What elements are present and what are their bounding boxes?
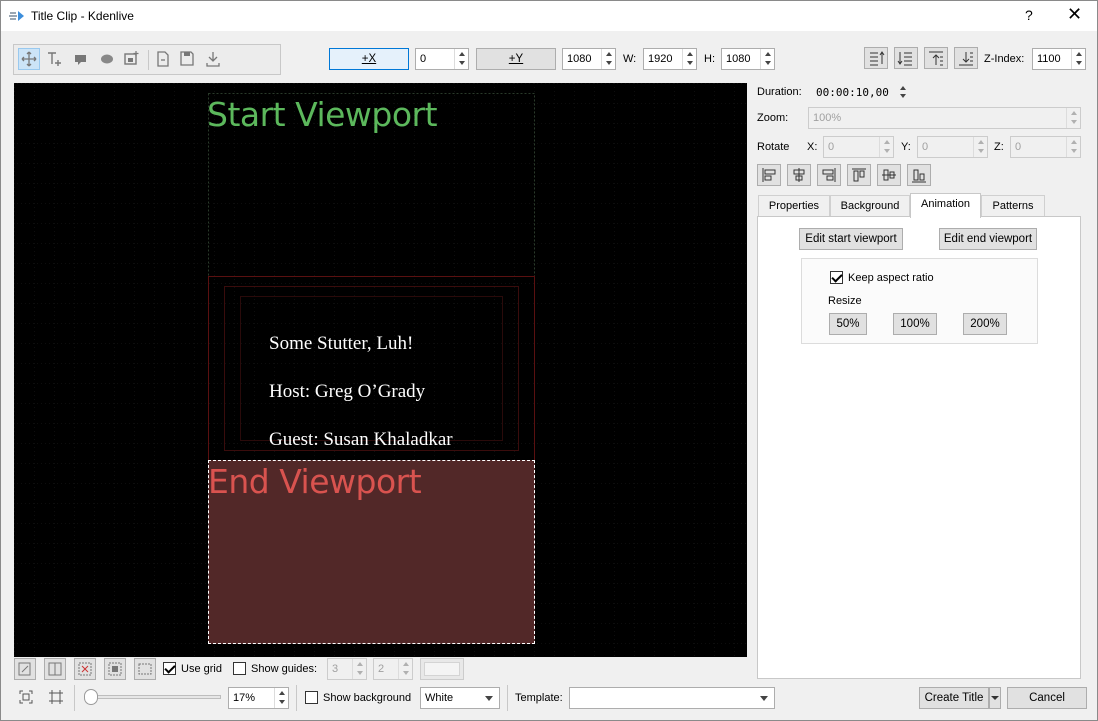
zindex-label: Z-Index: [984, 53, 1025, 65]
background-color-select[interactable]: White [420, 687, 500, 709]
start-viewport-label: Start Viewport [207, 95, 438, 134]
bottom-separator [74, 685, 75, 711]
x-position-spin[interactable]: 0 [415, 48, 469, 70]
guides-h-spin[interactable]: 3 [327, 658, 367, 680]
select-tool-icon[interactable] [18, 48, 40, 70]
resize-200-button[interactable]: 200% [963, 313, 1007, 335]
template-select[interactable] [569, 687, 775, 709]
use-grid-label: Use grid [181, 663, 222, 675]
open-document-icon[interactable] [152, 48, 174, 70]
lower-to-bottom-icon[interactable] [954, 47, 978, 69]
raise-to-top-icon[interactable] [924, 47, 948, 69]
rectangle-tool-icon[interactable] [70, 48, 92, 70]
resize-50-button[interactable]: 50% [829, 313, 867, 335]
title-text-line[interactable]: Some Stutter, Luh! [269, 333, 413, 355]
help-button[interactable]: ? [1025, 7, 1033, 23]
rotate-z-label: Z: [994, 141, 1004, 153]
keep-aspect-checkbox[interactable] [830, 271, 843, 284]
duration-label: Duration: [757, 86, 802, 98]
title-canvas[interactable]: Start Viewport End Viewport Some Stutter… [14, 83, 747, 657]
tab-background[interactable]: Background [830, 195, 910, 217]
raise-icon[interactable] [864, 47, 888, 69]
show-guides-label: Show guides: [251, 663, 318, 675]
height-label: H: [704, 53, 715, 65]
zoom-spin[interactable]: 100% [808, 107, 1081, 129]
add-x-button[interactable]: +X [329, 48, 409, 70]
align-right-icon[interactable] [817, 164, 841, 186]
tab-properties[interactable]: Properties [758, 195, 830, 217]
selection-icon[interactable] [134, 658, 156, 680]
chevron-down-icon [485, 696, 493, 701]
zoom-slider-handle[interactable] [84, 689, 98, 705]
y-position-spin[interactable]: 1080 [562, 48, 616, 70]
zoom-percent-spin[interactable]: 17% [228, 687, 289, 709]
template-label: Template: [515, 692, 563, 704]
edit-icon[interactable] [14, 658, 36, 680]
rotate-x-spin[interactable]: 0 [823, 136, 894, 158]
align-left-icon[interactable] [757, 164, 781, 186]
tab-patterns[interactable]: Patterns [981, 195, 1045, 217]
title-clip-dialog: Title Clip - Kdenlive ? ✕ +X 0 +Y 1080 W… [0, 0, 1098, 721]
rotate-label: Rotate [757, 141, 790, 153]
height-spin[interactable]: 1080 [721, 48, 775, 70]
edit-start-viewport-button[interactable]: Edit start viewport [799, 228, 903, 250]
align-vcenter-icon[interactable] [877, 164, 901, 186]
toolbar-separator [148, 50, 149, 70]
rotate-z-spin[interactable]: 0 [1010, 136, 1081, 158]
select-all-icon[interactable] [104, 658, 126, 680]
title-text-line[interactable]: Guest: Susan Khaladkar [269, 429, 453, 451]
chevron-down-icon [991, 696, 999, 700]
keep-aspect-label: Keep aspect ratio [848, 272, 934, 284]
chevron-down-icon [760, 696, 768, 701]
align-bottom-icon[interactable] [907, 164, 931, 186]
lower-icon[interactable] [894, 47, 918, 69]
rotate-y-spin[interactable]: 0 [917, 136, 988, 158]
resize-group: Keep aspect ratio Resize 50% 100% 200% [801, 258, 1038, 344]
guide-color-swatch[interactable] [420, 658, 464, 680]
tab-animation[interactable]: Animation [910, 193, 981, 218]
rotate-y-label: Y: [901, 141, 911, 153]
title-bar: Title Clip - Kdenlive ? ✕ [1, 1, 1097, 31]
guides-v-spin[interactable]: 2 [373, 658, 413, 680]
duration-spin-arrows[interactable] [897, 83, 909, 101]
animation-panel: Edit start viewport Edit end viewport Ke… [757, 216, 1081, 679]
ellipse-tool-icon[interactable] [96, 48, 118, 70]
kdenlive-app-icon [9, 11, 24, 21]
bottom-separator [296, 685, 297, 711]
zoom-original-icon[interactable] [46, 687, 66, 707]
align-top-icon[interactable] [847, 164, 871, 186]
image-tool-icon[interactable] [120, 48, 142, 70]
unselect-icon[interactable] [74, 658, 96, 680]
text-tool-icon[interactable] [44, 48, 66, 70]
resize-100-button[interactable]: 100% [893, 313, 937, 335]
zoom-label: Zoom: [757, 112, 789, 124]
align-hcenter-icon[interactable] [787, 164, 811, 186]
bottom-separator [507, 685, 508, 711]
end-viewport-label: End Viewport [208, 462, 422, 501]
show-background-label: Show background [323, 692, 412, 704]
show-guides-checkbox[interactable] [233, 662, 246, 675]
edit-end-viewport-button[interactable]: Edit end viewport [939, 228, 1037, 250]
close-button[interactable]: ✕ [1067, 4, 1082, 25]
rotate-x-label: X: [807, 141, 818, 153]
tool-group [13, 44, 281, 75]
duration-value[interactable]: 00:00:10,00 [816, 86, 889, 99]
create-title-menu-button[interactable] [989, 687, 1001, 709]
title-text-line[interactable]: Host: Greg O’Grady [269, 381, 425, 403]
create-title-button[interactable]: Create Title [919, 687, 989, 709]
width-spin[interactable]: 1920 [643, 48, 697, 70]
zoom-fit-icon[interactable] [16, 687, 36, 707]
use-grid-checkbox[interactable] [163, 662, 176, 675]
save-document-icon[interactable] [176, 48, 198, 70]
download-icon[interactable] [202, 48, 224, 70]
window-title: Title Clip - Kdenlive [31, 9, 134, 23]
resize-label: Resize [828, 295, 862, 307]
show-background-checkbox[interactable] [305, 691, 318, 704]
add-y-button[interactable]: +Y [476, 48, 556, 70]
columns-icon[interactable] [44, 658, 66, 680]
zoom-slider-track[interactable] [85, 695, 221, 699]
width-label: W: [623, 53, 637, 65]
cancel-button[interactable]: Cancel [1007, 687, 1087, 709]
zindex-spin[interactable]: 1100 [1032, 48, 1086, 70]
